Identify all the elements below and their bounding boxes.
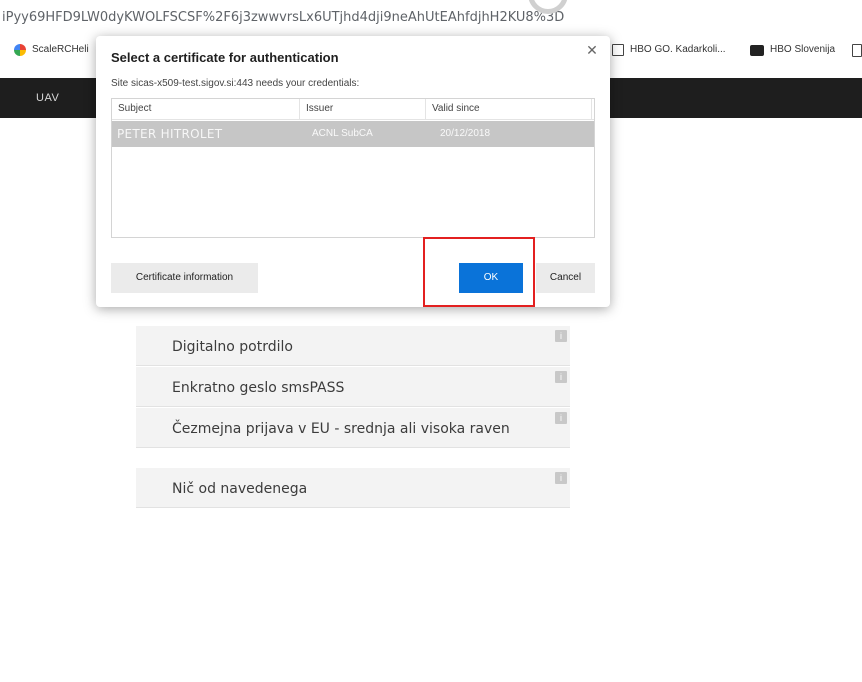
info-icon[interactable]: i (555, 330, 567, 342)
table-header: Subject Issuer Valid since (112, 99, 594, 120)
dialog-subtitle: Site sicas-x509-test.sigov.si:443 needs … (111, 78, 360, 89)
bookmark-hbo-slovenija[interactable]: HBO Slovenija (750, 36, 835, 64)
certificate-information-button[interactable]: Certificate information (111, 263, 258, 293)
cell-subject: PETER HITROLET (117, 127, 223, 141)
dialog-title: Select a certificate for authentication (111, 50, 339, 65)
column-header-subject[interactable]: Subject (112, 99, 300, 119)
certificate-dialog: Select a certificate for authentication … (96, 36, 610, 307)
column-header-valid-since[interactable]: Valid since (426, 99, 592, 119)
bookmark-label: HBO Slovenija (770, 44, 836, 55)
cell-valid-since: 20/12/2018 (440, 128, 491, 139)
close-icon[interactable]: ✕ (584, 42, 600, 58)
login-option-eu-cross-border[interactable]: Čezmejna prijava v EU - srednja ali viso… (136, 408, 570, 448)
url-text: iPyy69HFD9LW0dyKWOLFSCSF%2F6j3zwwvrsLx6U… (2, 10, 565, 25)
loading-spinner-icon (526, 0, 574, 20)
certificate-table: Subject Issuer Valid since PETER HITROLE… (111, 98, 595, 238)
folder-icon (852, 43, 862, 57)
bookmark-scalercheli[interactable]: ScaleRCHeli (14, 36, 89, 64)
app-logo-text: UAV (36, 92, 60, 104)
info-icon[interactable]: i (555, 412, 567, 424)
table-row[interactable]: PETER HITROLET ACNL SubCA 20/12/2018 (112, 121, 594, 147)
bookmark-folder[interactable] (852, 36, 862, 64)
bookmark-label: ScaleRCHeli (32, 44, 89, 55)
scalerc-favicon-icon (14, 44, 26, 56)
login-option-none[interactable]: Nič od navedenega i (136, 468, 570, 508)
info-icon[interactable]: i (555, 371, 567, 383)
bookmark-label: HBO GO. Kadarkoli... (630, 44, 726, 55)
cancel-button[interactable]: Cancel (536, 263, 595, 293)
option-label: Digitalno potrdilo (172, 339, 293, 355)
option-label: Čezmejna prijava v EU - srednja ali viso… (172, 421, 510, 437)
info-icon[interactable]: i (555, 472, 567, 484)
column-header-issuer[interactable]: Issuer (300, 99, 426, 119)
login-option-smspass[interactable]: Enkratno geslo smsPASS i (136, 367, 570, 407)
address-bar[interactable]: iPyy69HFD9LW0dyKWOLFSCSF%2F6j3zwwvrsLx6U… (0, 0, 862, 36)
cell-issuer: ACNL SubCA (312, 128, 373, 139)
hbo-go-icon (612, 44, 624, 56)
option-label: Nič od navedenega (172, 481, 308, 497)
bookmark-hbo-go[interactable]: HBO GO. Kadarkoli... (612, 36, 726, 64)
hbo-slovenija-icon (750, 44, 764, 56)
login-option-digital-certificate[interactable]: Digitalno potrdilo i (136, 326, 570, 366)
ok-button[interactable]: OK (459, 263, 523, 293)
option-label: Enkratno geslo smsPASS (172, 380, 345, 396)
